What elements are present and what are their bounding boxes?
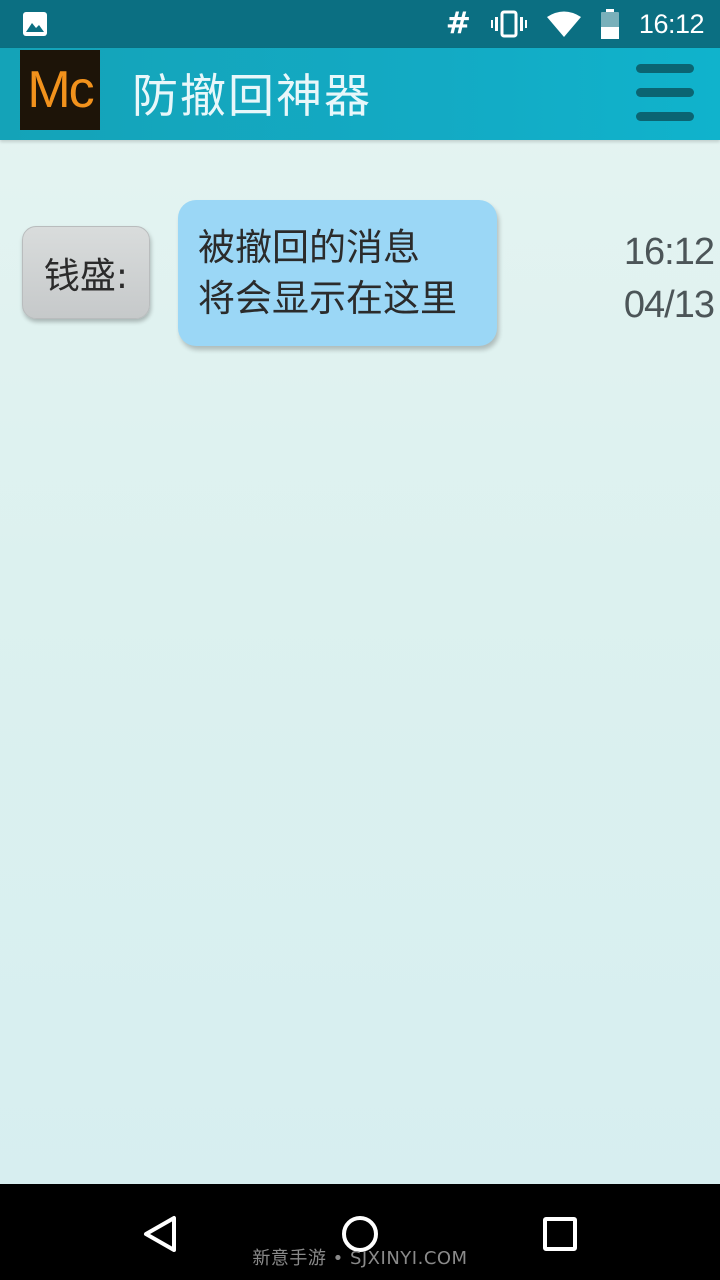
- message-line: 被撤回的消息: [198, 226, 420, 269]
- recalled-message-bubble[interactable]: 被撤回的消息 将会显示在这里: [178, 200, 497, 346]
- sender-name-chip[interactable]: 钱盛:: [22, 226, 150, 319]
- wifi-icon: [546, 11, 581, 37]
- menu-bar-line: [636, 112, 694, 121]
- battery-icon: [600, 9, 619, 39]
- message-line: 将会显示在这里: [198, 277, 457, 320]
- hash-icon: #: [445, 6, 471, 41]
- app-logo: Mc: [20, 50, 100, 130]
- message-time: 16:12: [623, 231, 715, 273]
- status-time: 16:12: [638, 8, 705, 39]
- menu-bar-line: [636, 88, 694, 97]
- app-title: 防撤回神器: [132, 69, 372, 123]
- watermark: 新意手游 • SJXINYI.COM: [252, 1248, 468, 1269]
- status-icons: # 16:12: [445, 0, 705, 48]
- vibrate-icon: [490, 10, 527, 38]
- gallery-icon: [23, 12, 47, 36]
- status-bar: # 16:12: [0, 0, 720, 48]
- message-date: 04/13: [623, 284, 715, 326]
- menu-bar-line: [636, 64, 694, 73]
- app-bar: Mc 防撤回神器: [0, 48, 720, 140]
- hamburger-menu-icon[interactable]: [636, 58, 696, 122]
- screen: # 16:12 Mc 防撤回神器 钱盛: 被撤回的消息 将会显示在这里 16:1…: [0, 0, 720, 1280]
- message-timestamp: 16:12 04/13: [610, 226, 715, 332]
